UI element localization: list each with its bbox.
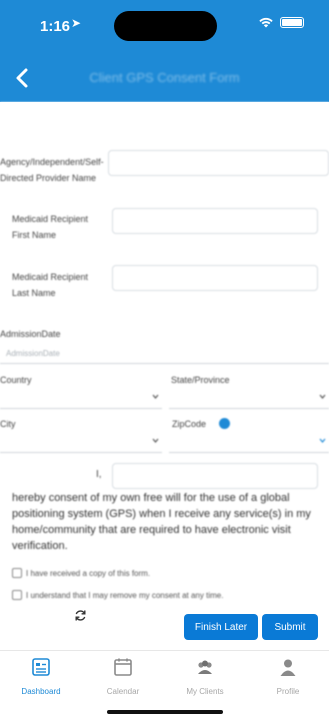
- medicaid-first-input[interactable]: [112, 208, 318, 234]
- calendar-icon: [114, 658, 132, 676]
- admission-date-input[interactable]: AdmissionDate: [0, 344, 329, 364]
- medicaid-last-label: Medicaid Recipient Last Name: [12, 272, 89, 298]
- state-select[interactable]: [169, 389, 329, 409]
- zipcode-label: ZipCode: [172, 419, 207, 429]
- tab-calendar[interactable]: Calendar: [82, 657, 164, 696]
- page-title: Client GPS Consent Form: [89, 70, 240, 85]
- remove-consent-checkbox[interactable]: [12, 590, 22, 600]
- checkbox-row-copy[interactable]: I have received a copy of this form.: [12, 568, 150, 578]
- received-copy-checkbox[interactable]: [12, 568, 22, 578]
- status-icons: [258, 17, 304, 28]
- tab-profile[interactable]: Profile: [247, 657, 329, 696]
- tab-my-clients-label: My Clients: [186, 687, 224, 696]
- agency-input[interactable]: [108, 150, 329, 176]
- city-select[interactable]: [0, 433, 162, 453]
- consent-text: hereby consent of my own free will for t…: [12, 492, 311, 552]
- zipcode-select[interactable]: [169, 433, 329, 453]
- clients-icon: [198, 660, 212, 674]
- status-time: 1:16: [40, 18, 71, 35]
- country-label: Country: [0, 375, 32, 385]
- wifi-icon: [259, 17, 273, 28]
- consent-form: Agency/Independent/Self-Directed Provide…: [0, 102, 329, 610]
- chevron-down-icon: [152, 394, 159, 399]
- admission-date-label: AdmissionDate: [0, 329, 61, 339]
- submit-button[interactable]: Submit: [262, 614, 318, 640]
- i-label: I,: [96, 469, 102, 480]
- dashboard-icon: [32, 658, 50, 676]
- profile-icon: [280, 659, 296, 676]
- tab-calendar-label: Calendar: [106, 687, 140, 696]
- tab-dashboard[interactable]: Dashboard: [0, 657, 82, 696]
- info-icon[interactable]: [219, 418, 230, 429]
- tab-dashboard-label: Dashboard: [21, 687, 61, 696]
- agency-label: Agency/Independent/Self-Directed Provide…: [0, 157, 104, 183]
- status-bar: 1:16 ➤: [0, 0, 329, 52]
- received-copy-label: I have received a copy of this form.: [26, 568, 151, 578]
- medicaid-last-input[interactable]: [112, 265, 318, 291]
- state-label: State/Province: [171, 375, 230, 385]
- dynamic-island: [114, 11, 217, 41]
- medicaid-first-label: Medicaid Recipient First Name: [12, 214, 89, 240]
- signer-name-input[interactable]: [112, 463, 318, 489]
- chevron-down-icon: [319, 438, 326, 443]
- remove-consent-label: I understand that I may remove my consen…: [26, 590, 224, 600]
- refresh-icon[interactable]: [74, 609, 87, 622]
- tab-my-clients[interactable]: My Clients: [164, 657, 246, 696]
- finish-later-button[interactable]: Finish Later: [184, 614, 258, 640]
- battery-icon: [280, 17, 304, 28]
- home-indicator: [107, 710, 223, 714]
- chevron-down-icon: [152, 438, 159, 443]
- admission-date-placeholder: AdmissionDate: [6, 349, 60, 358]
- tab-profile-label: Profile: [276, 687, 300, 696]
- chevron-down-icon: [319, 394, 326, 399]
- country-select[interactable]: [0, 389, 162, 409]
- checkbox-row-remove[interactable]: I understand that I may remove my consen…: [12, 590, 223, 600]
- nav-bar: Client GPS Consent Form: [0, 52, 329, 102]
- city-label: City: [0, 419, 16, 429]
- location-arrow-icon: ➤: [71, 16, 82, 30]
